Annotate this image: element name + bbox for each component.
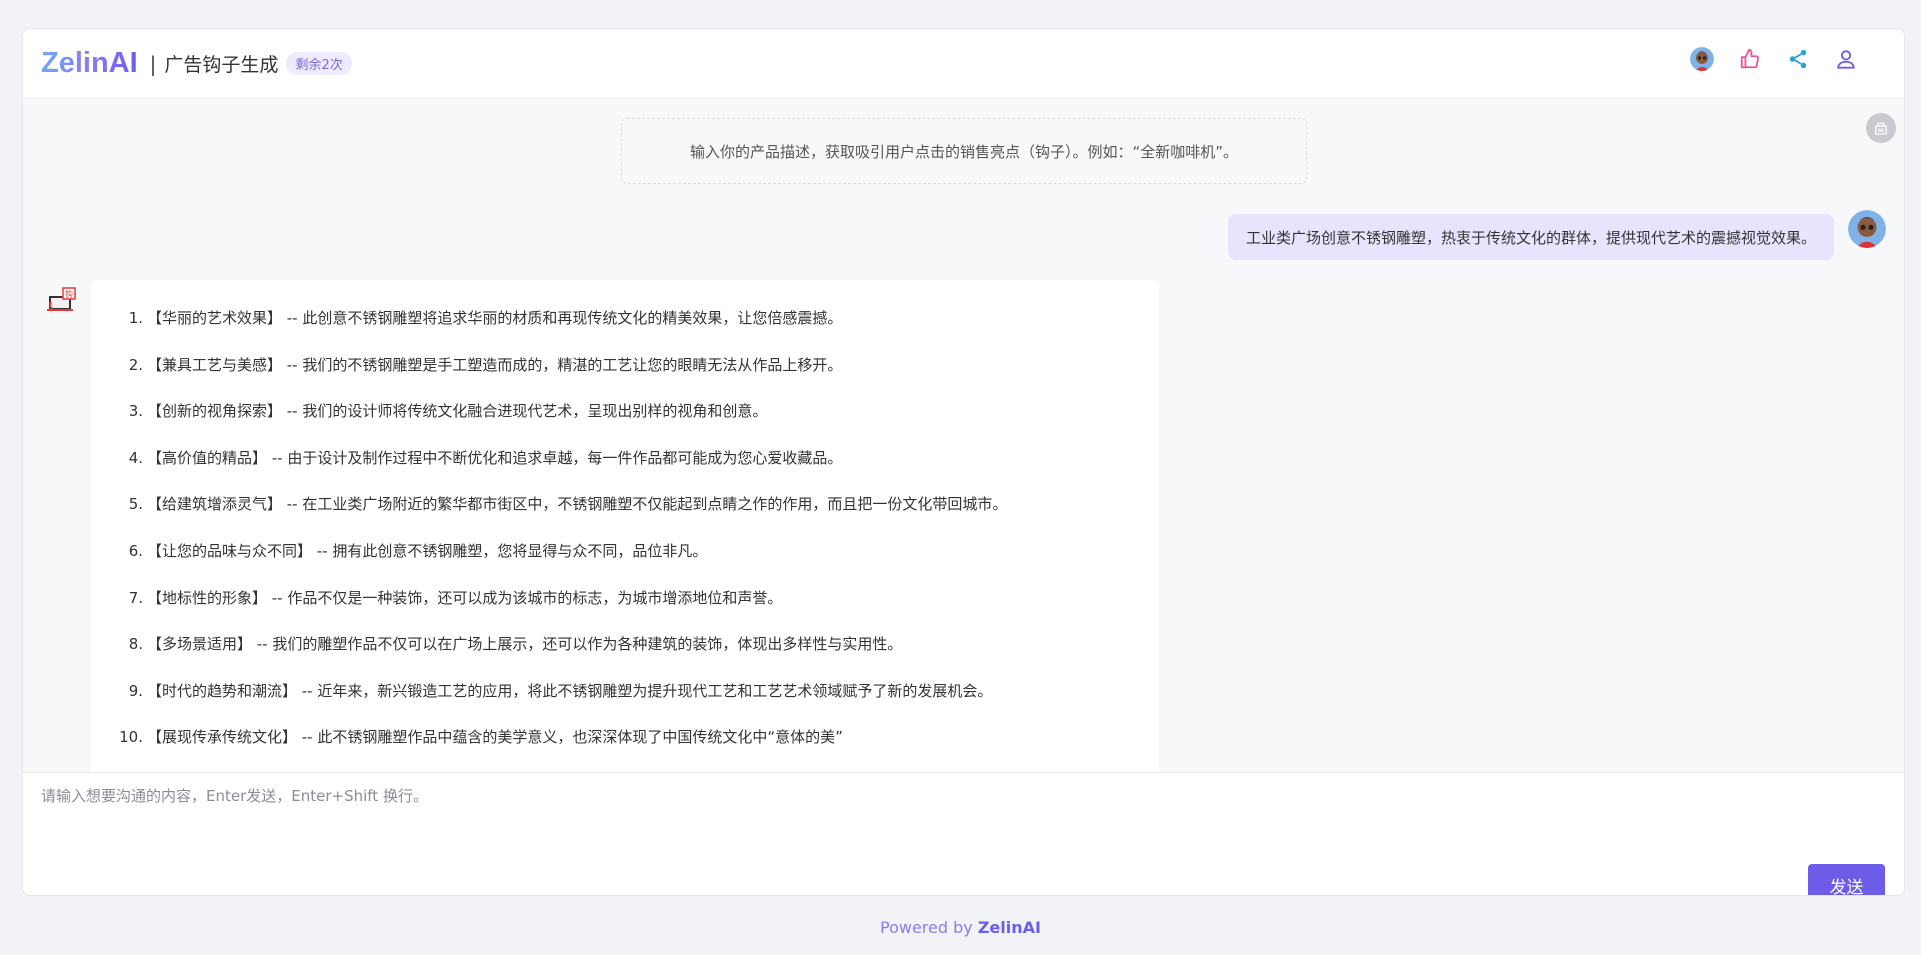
list-item-number: 1. bbox=[128, 309, 143, 327]
list-item-text: 【地标性的形象】 -- 作品不仅是一种装饰，还可以成为该城市的标志，为城市增添地… bbox=[147, 588, 783, 607]
list-item-text: 【时代的趋势和潮流】 -- 近年来，新兴锻造工艺的应用，将此不锈钢雕塑为提升现代… bbox=[147, 681, 993, 700]
list-item: 7. 【地标性的形象】 -- 作品不仅是一种装饰，还可以成为该城市的标志，为城市增… bbox=[91, 580, 1159, 627]
avatar-icon[interactable] bbox=[1690, 47, 1714, 71]
usage-hint: 输入你的产品描述，获取吸引用户点击的销售亮点（钩子）。例如：“全新咖啡机”。 bbox=[621, 118, 1307, 184]
list-item-number: 2. bbox=[128, 355, 143, 374]
list-item: 2. 【兼具工艺与美感】 -- 我们的不锈钢雕塑是手工塑造而成的，精湛的工艺让您的… bbox=[91, 347, 1159, 394]
user-message: 工业类广场创意不锈钢雕塑，热衷于传统文化的群体，提供现代艺术的震撼视觉效果。 bbox=[1227, 214, 1834, 260]
powered-brand-link[interactable]: ZelinAI bbox=[978, 918, 1041, 937]
app-window: ZelinAI | 广告钩子生成 剩余2次 输入你的产品描述，获取吸引用户点击的… bbox=[22, 28, 1905, 896]
trash-icon bbox=[1875, 122, 1887, 135]
list-item-number: 8. bbox=[128, 635, 143, 654]
list-item-text: 【创新的视角探索】 -- 我们的设计师将传统文化融合进现代艺术，呈现出别样的视角… bbox=[147, 402, 768, 421]
list-item-text: 【华丽的艺术效果】 -- 此创意不锈钢雕塑将追求华丽的材质和再现传统文化的精美效… bbox=[147, 309, 843, 327]
list-item-text: 【高价值的精品】 -- 由于设计及制作过程中不断优化和追求卓越，每一件作品都可能… bbox=[147, 448, 843, 467]
send-button[interactable]: 发送 bbox=[1808, 864, 1885, 895]
list-item-text: 【展现传承传统文化】 -- 此不锈钢雕塑作品中蕴含的美学意义，也深深体现了中国传… bbox=[147, 728, 843, 747]
list-item-text: 【兼具工艺与美感】 -- 我们的不锈钢雕塑是手工塑造而成的，精湛的工艺让您的眼睛… bbox=[147, 355, 843, 374]
powered-prefix: Powered by bbox=[880, 918, 978, 937]
list-item-number: 9. bbox=[128, 681, 143, 700]
list-item-number: 4. bbox=[128, 448, 143, 467]
share-icon[interactable] bbox=[1786, 47, 1810, 71]
list-item-number: 7. bbox=[128, 588, 143, 607]
list-item: 1. 【华丽的艺术效果】 -- 此创意不锈钢雕塑将追求华丽的材质和再现传统文化的精… bbox=[91, 300, 1159, 347]
logo: ZelinAI bbox=[41, 47, 138, 79]
svg-text:钩: 钩 bbox=[65, 289, 73, 299]
chat-area[interactable]: 输入你的产品描述，获取吸引用户点击的销售亮点（钩子）。例如：“全新咖啡机”。 工… bbox=[23, 100, 1904, 772]
bot-message: 1. 【华丽的艺术效果】 -- 此创意不锈钢雕塑将追求华丽的材质和再现传统文化的精… bbox=[91, 280, 1159, 772]
list-item-text: 【给建筑增添灵气】 -- 在工业类广场附近的繁华都市街区中，不锈钢雕塑不仅能起到… bbox=[147, 495, 1008, 514]
list-item-number: 5. bbox=[128, 495, 143, 514]
user-icon[interactable] bbox=[1834, 47, 1858, 71]
clear-chat-button[interactable] bbox=[1866, 113, 1896, 143]
list-item-text: 【多场景适用】 -- 我们的雕塑作品不仅可以在广场上展示，还可以作为各种建筑的装… bbox=[147, 635, 903, 654]
list-item-number: 10. bbox=[119, 728, 143, 747]
hook-list: 1. 【华丽的艺术效果】 -- 此创意不锈钢雕塑将追求华丽的材质和再现传统文化的精… bbox=[91, 300, 1159, 766]
list-item: 5. 【给建筑增添灵气】 -- 在工业类广场附近的繁华都市街区中，不锈钢雕塑不仅能… bbox=[91, 486, 1159, 533]
header: ZelinAI | 广告钩子生成 剩余2次 bbox=[23, 29, 1904, 99]
input-panel: 发送 bbox=[23, 772, 1904, 895]
message-input[interactable] bbox=[41, 785, 1741, 845]
user-avatar bbox=[1848, 210, 1886, 248]
list-item: 4. 【高价值的精品】 -- 由于设计及制作过程中不断优化和追求卓越，每一件作品都… bbox=[91, 440, 1159, 487]
list-item: 10. 【展现传承传统文化】 -- 此不锈钢雕塑作品中蕴含的美学意义，也深深体现了… bbox=[91, 719, 1159, 766]
page-title: 广告钩子生成 bbox=[164, 54, 279, 76]
list-item: 9. 【时代的趋势和潮流】 -- 近年来，新兴锻造工艺的应用，将此不锈钢雕塑为提升… bbox=[91, 673, 1159, 720]
list-item: 3. 【创新的视角探索】 -- 我们的设计师将传统文化融合进现代艺术，呈现出别样的… bbox=[91, 393, 1159, 440]
powered-by: Powered by ZelinAI bbox=[0, 918, 1921, 937]
list-item: 6. 【让您的品味与众不同】 -- 拥有此创意不锈钢雕塑，您将显得与众不同，品位非… bbox=[91, 533, 1159, 580]
list-item: 8. 【多场景适用】 -- 我们的雕塑作品不仅可以在广场上展示，还可以作为各种建筑… bbox=[91, 626, 1159, 673]
thumbs-up-icon[interactable] bbox=[1738, 47, 1762, 71]
header-actions bbox=[1690, 47, 1858, 71]
list-item-number: 6. bbox=[128, 541, 143, 560]
list-item-text: 【让您的品味与众不同】 -- 拥有此创意不锈钢雕塑，您将显得与众不同，品位非凡。 bbox=[147, 541, 708, 560]
bot-avatar-icon: 钩 bbox=[45, 284, 77, 316]
list-item-number: 3. bbox=[128, 402, 143, 421]
quota-badge: 剩余2次 bbox=[286, 52, 352, 75]
title-separator: | bbox=[149, 51, 157, 76]
